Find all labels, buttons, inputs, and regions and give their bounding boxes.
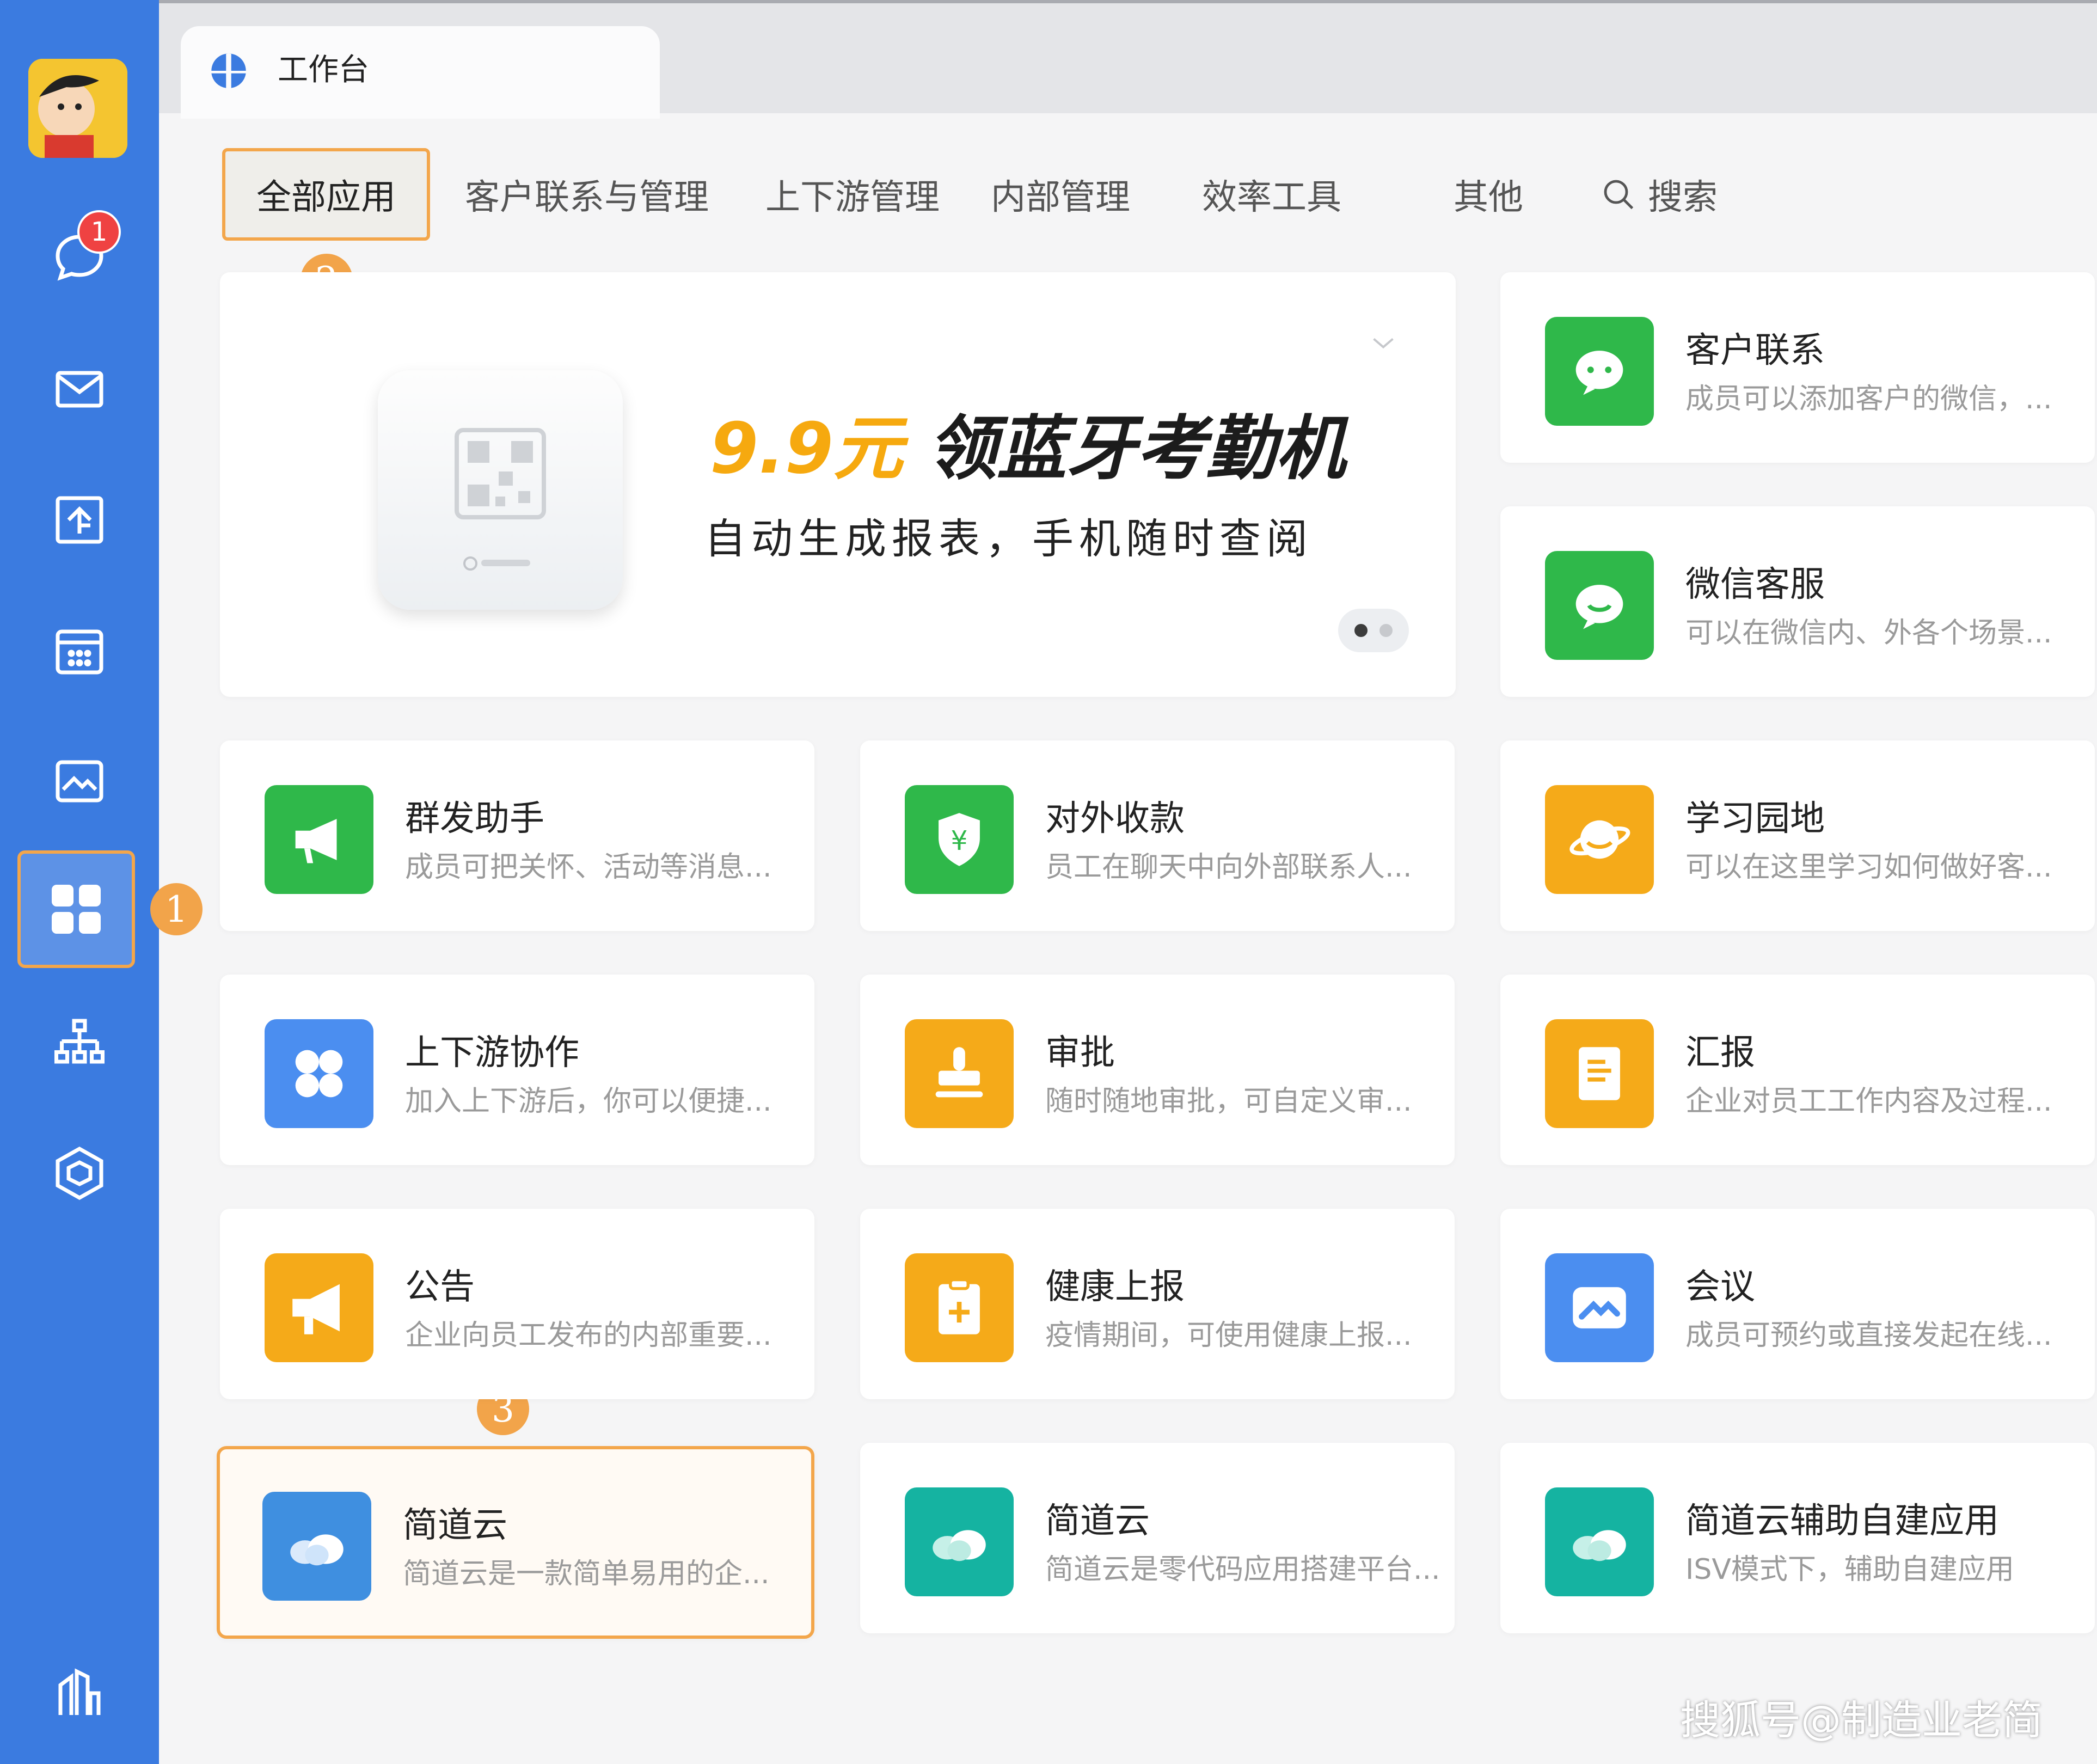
app-name: 公告 <box>405 1267 475 1307</box>
loudspeaker-icon <box>265 1253 373 1362</box>
app-name: 客户联系 <box>1685 330 1825 371</box>
app-desc: 简道云是零代码应用搭建平台... <box>1045 1553 1440 1586</box>
app-desc: ISV模式下，辅助自建应用 <box>1685 1553 2014 1586</box>
app-desc: 加入上下游后，你可以便捷... <box>405 1085 772 1118</box>
app-card-wechat-service[interactable]: 微信客服 可以在微信内、外各个场景... <box>1500 506 2095 697</box>
workbench-icon <box>52 885 101 934</box>
app-desc: 成员可把关怀、活动等消息... <box>405 851 772 884</box>
cloud-icon <box>905 1487 1014 1596</box>
clipboard-plus-icon <box>905 1253 1014 1362</box>
stamp-icon <box>905 1019 1014 1128</box>
app-card-approval[interactable]: 审批 随时随地审批，可自定义审... <box>860 975 1455 1165</box>
box-icon[interactable] <box>41 1135 118 1211</box>
mail-icon[interactable] <box>41 351 118 427</box>
tab-efficiency[interactable]: 效率工具 <box>1195 148 1348 241</box>
carousel-dot-active[interactable] <box>1354 624 1368 637</box>
banner-title: 9.9元 领蓝牙考勤机 <box>710 408 1345 490</box>
photo-icon[interactable] <box>41 743 118 819</box>
cloud-icon <box>262 1492 371 1601</box>
tab-internal[interactable]: 内部管理 <box>984 148 1137 241</box>
app-name: 群发助手 <box>405 799 544 839</box>
category-tabs: 全部应用 客户联系与管理 上下游管理 内部管理 效率工具 其他 搜索 <box>222 148 1801 241</box>
app-card-payment[interactable]: ¥ 对外收款 员工在聊天中向外部联系人... <box>860 740 1455 931</box>
tab-customer[interactable]: 客户联系与管理 <box>462 148 712 241</box>
app-desc: 企业对员工工作内容及过程... <box>1685 1085 2052 1118</box>
app-desc: 成员可预约或直接发起在线... <box>1685 1319 2052 1352</box>
watermark: 搜狐号@制造业老简 <box>1680 1697 2043 1744</box>
smile-chat-icon <box>1545 551 1654 660</box>
docs-icon[interactable] <box>41 482 118 558</box>
app-card-learning[interactable]: 学习园地 可以在这里学习如何做好客... <box>1500 740 2095 931</box>
promo-banner[interactable]: 9.9元 领蓝牙考勤机 自动生成报表，手机随时查阅 <box>220 272 1456 697</box>
meeting-icon <box>1545 1253 1654 1362</box>
megaphone-icon <box>265 785 373 894</box>
tab-all-apps[interactable]: 全部应用 <box>222 148 430 241</box>
chat-bubble-icon <box>1545 317 1654 426</box>
search-icon <box>1604 180 1634 210</box>
app-name: 对外收款 <box>1045 799 1185 839</box>
search-button[interactable]: 搜索 <box>1587 148 1729 241</box>
app-name: 会议 <box>1685 1267 1755 1307</box>
window-title: 工作台 <box>278 52 369 88</box>
app-card-jiandaoyun-custom[interactable]: 简道云辅助自建应用 ISV模式下，辅助自建应用 <box>1500 1443 2095 1633</box>
user-avatar[interactable] <box>28 59 127 158</box>
app-desc: 随时随地审批，可自定义审... <box>1045 1085 1412 1118</box>
banner-subtitle: 自动生成报表，手机随时查阅 <box>704 514 1313 563</box>
app-name: 审批 <box>1045 1033 1115 1073</box>
document-icon <box>1545 1019 1654 1128</box>
tab-other[interactable]: 其他 <box>1445 148 1532 241</box>
app-desc: 简道云是一款简单易用的企... <box>403 1558 770 1590</box>
app-card-updown-collab[interactable]: 上下游协作 加入上下游后，你可以便捷... <box>220 975 814 1165</box>
cloud-icon <box>1545 1487 1654 1596</box>
app-card-customer-contact[interactable]: 客户联系 成员可以添加客户的微信，... <box>1500 272 2095 463</box>
chevron-down-icon[interactable] <box>1364 327 1402 359</box>
app-desc: 可以在这里学习如何做好客... <box>1685 851 2052 884</box>
app-desc: 企业向员工发布的内部重要... <box>405 1319 772 1352</box>
sidebar: 1 <box>0 0 159 1764</box>
clover-icon <box>265 1019 373 1128</box>
app-desc: 员工在聊天中向外部联系人... <box>1045 851 1412 884</box>
tab-upstream[interactable]: 上下游管理 <box>749 148 956 241</box>
search-label: 搜索 <box>1648 177 1718 218</box>
app-card-health-report[interactable]: 健康上报 疫情期间，可使用健康上报... <box>860 1209 1455 1399</box>
carousel-indicator[interactable] <box>1338 609 1409 652</box>
attendance-device-image <box>378 370 623 610</box>
tab-workbench[interactable] <box>181 26 660 119</box>
app-name: 健康上报 <box>1045 1267 1185 1307</box>
bottom-app-icon[interactable] <box>41 1655 118 1731</box>
app-name: 学习园地 <box>1685 799 1825 839</box>
svg-text:¥: ¥ <box>951 826 967 856</box>
shield-yen-icon: ¥ <box>905 785 1014 894</box>
calendar-icon[interactable] <box>41 612 118 689</box>
planet-icon <box>1545 785 1654 894</box>
app-name: 上下游协作 <box>405 1033 579 1073</box>
app-card-mass-send[interactable]: 群发助手 成员可把关怀、活动等消息... <box>220 740 814 931</box>
app-name: 简道云 <box>1045 1501 1150 1541</box>
app-name: 汇报 <box>1685 1033 1755 1073</box>
app-card-jiandaoyun-2[interactable]: 简道云 简道云是零代码应用搭建平台... <box>860 1443 1455 1633</box>
carousel-dot[interactable] <box>1379 624 1393 637</box>
banner-price: 9.9元 <box>710 408 903 489</box>
app-card-report[interactable]: 汇报 企业对员工工作内容及过程... <box>1500 975 2095 1165</box>
banner-title-text: 领蓝牙考勤机 <box>927 408 1346 489</box>
workbench-logo-icon <box>211 53 246 88</box>
app-card-meeting[interactable]: 会议 成员可预约或直接发起在线... <box>1500 1209 2095 1399</box>
app-desc: 可以在微信内、外各个场景... <box>1685 617 2052 650</box>
app-name: 简道云 <box>403 1505 507 1546</box>
org-chart-icon[interactable] <box>41 1004 118 1081</box>
app-card-announcement[interactable]: 公告 企业向员工发布的内部重要... <box>220 1209 814 1399</box>
app-card-jiandaoyun-selected[interactable]: 简道云 简道云是一款简单易用的企... <box>217 1446 814 1639</box>
app-name: 简道云辅助自建应用 <box>1685 1501 1999 1541</box>
workbench-nav-button[interactable] <box>17 850 135 968</box>
unread-badge: 1 <box>77 210 121 254</box>
callout-1: 1 <box>150 883 203 935</box>
app-desc: 疫情期间，可使用健康上报... <box>1045 1319 1412 1352</box>
app-name: 微信客服 <box>1685 565 1825 605</box>
app-desc: 成员可以添加客户的微信，... <box>1685 383 2052 415</box>
